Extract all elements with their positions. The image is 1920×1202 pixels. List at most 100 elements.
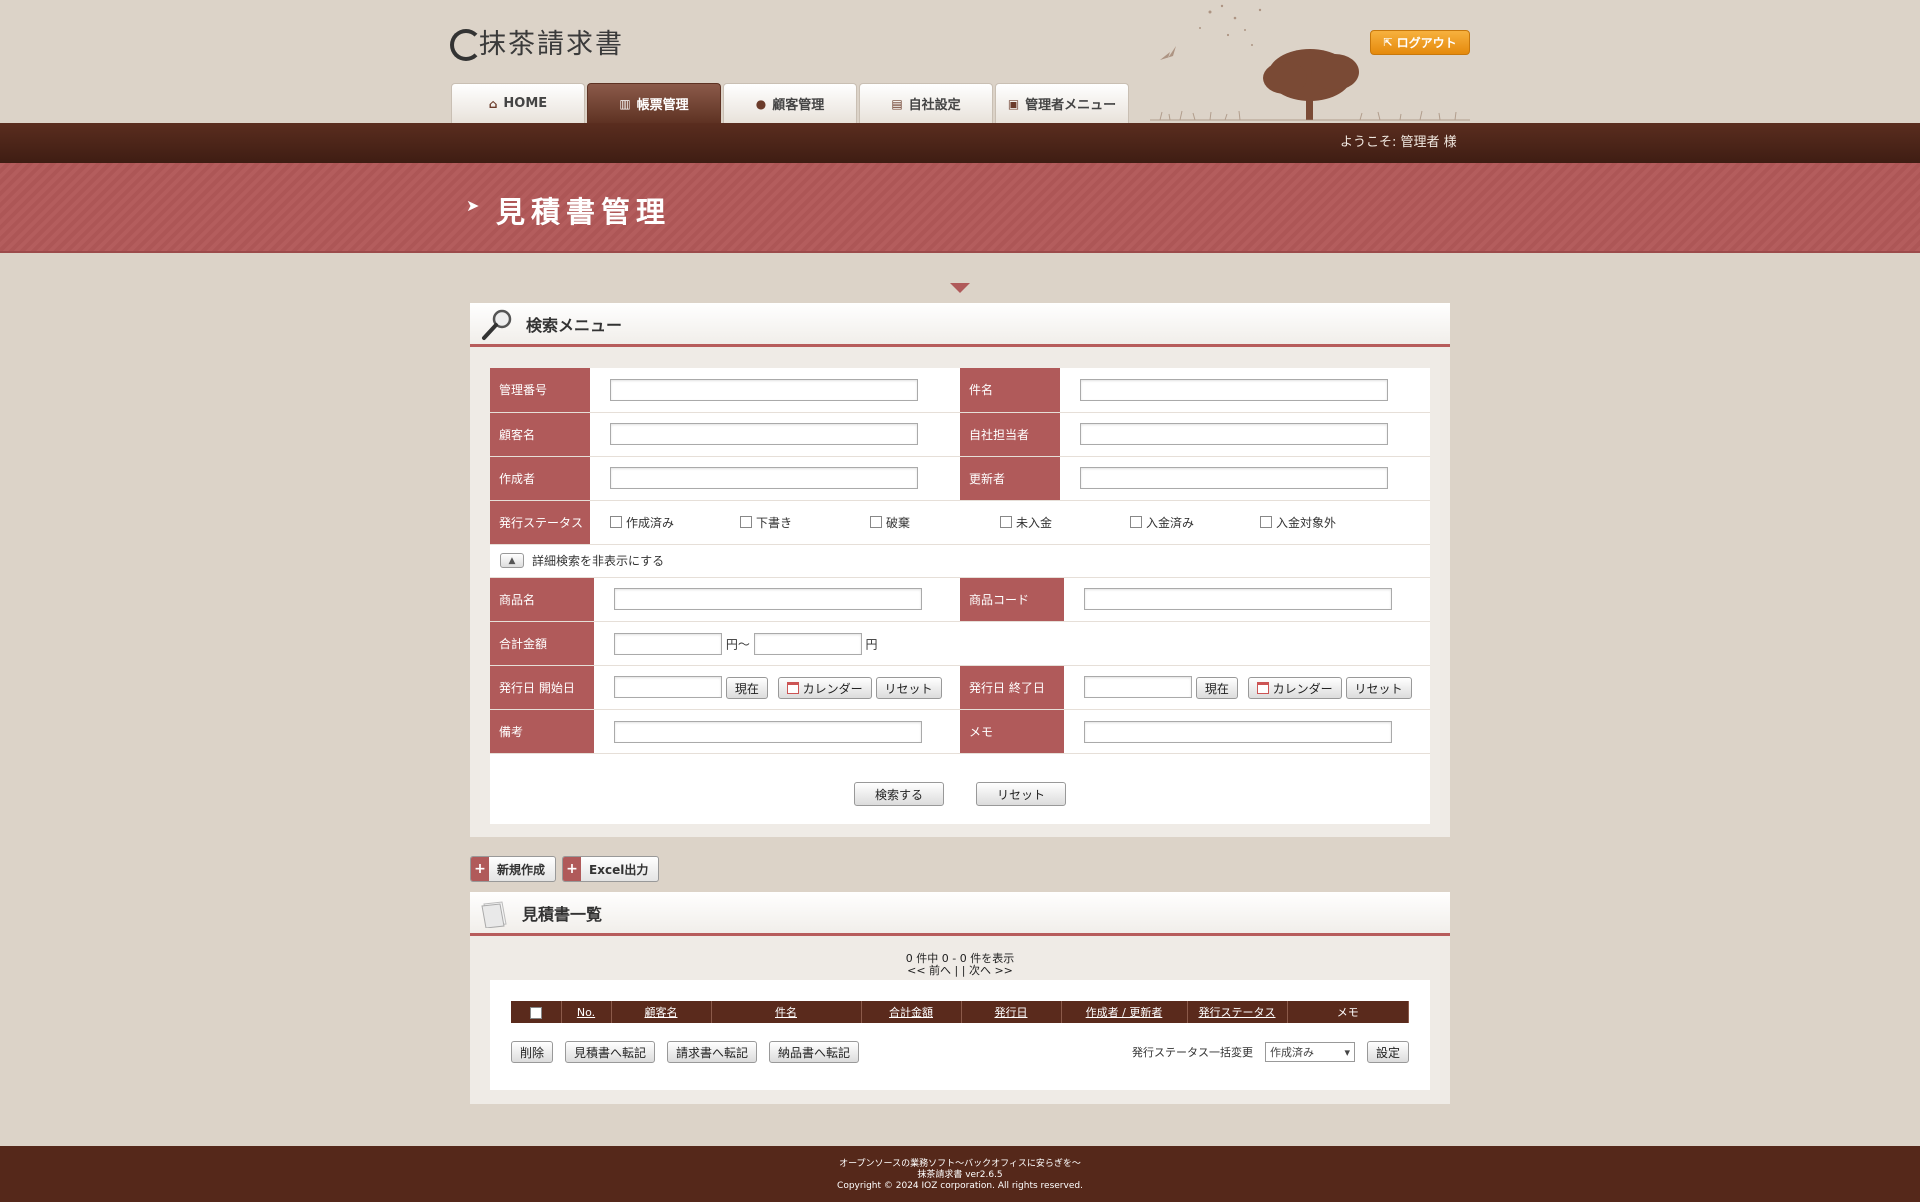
magnifier-icon xyxy=(482,309,512,340)
status-draft-checkbox[interactable]: 下書き xyxy=(740,514,870,531)
manage-no-input[interactable] xyxy=(610,378,918,401)
product-code-label: 商品コード xyxy=(960,577,1064,622)
bulk-status-set-button[interactable]: 設定 xyxy=(1366,1041,1409,1063)
updater-input[interactable] xyxy=(1080,467,1388,489)
new-button[interactable]: + 新規作成 xyxy=(470,856,557,882)
tab-document-management[interactable]: ▥ 帳票管理 xyxy=(587,83,721,123)
document-icon xyxy=(481,900,507,928)
status-paid-checkbox[interactable]: 入金済み xyxy=(1130,514,1260,531)
logo[interactable]: 抹茶請求書 xyxy=(449,22,624,61)
excel-export-button[interactable]: + Excel出力 xyxy=(562,856,660,882)
tab-customer-management[interactable]: ● 顧客管理 xyxy=(723,83,857,123)
tab-company-settings[interactable]: ▤ 自社設定 xyxy=(859,83,993,123)
title-band xyxy=(0,163,1920,253)
note-input[interactable] xyxy=(614,720,922,743)
note-label: 備考 xyxy=(490,709,594,754)
memo-input[interactable] xyxy=(1084,720,1392,743)
staff-label: 自社担当者 xyxy=(960,412,1060,457)
tab-label: HOME xyxy=(503,96,548,111)
status-excluded-checkbox[interactable]: 入金対象外 xyxy=(1260,514,1390,531)
note-cell xyxy=(594,709,960,754)
creator-input[interactable] xyxy=(610,467,918,489)
issue-start-calendar-button[interactable]: カレンダー xyxy=(777,677,872,699)
manage-no-label: 管理番号 xyxy=(490,368,590,413)
logout-button[interactable]: ⇱ ログアウト xyxy=(1370,30,1470,55)
bulk-status-select[interactable]: 作成済み ▾ xyxy=(1264,1042,1355,1062)
manage-no-cell xyxy=(590,368,960,413)
issue-end-calendar-button[interactable]: カレンダー xyxy=(1247,677,1342,699)
tab-home[interactable]: ⌂ HOME xyxy=(451,83,585,123)
list-container: No. 顧客名 件名 合計金額 発行日 作成者 / 更新者 発行ステータス メモ… xyxy=(490,980,1430,1090)
range-separator: 円～ xyxy=(725,637,750,651)
title-arrow-icon: ➤ xyxy=(466,196,480,215)
search-button[interactable]: 検索する xyxy=(854,782,944,806)
issue-end-reset-button[interactable]: リセット xyxy=(1345,677,1412,699)
issue-start-now-button[interactable]: 現在 xyxy=(725,677,768,699)
issue-end-input[interactable] xyxy=(1084,676,1192,698)
footer-version: 抹茶請求書 ver2.6.5 xyxy=(917,1170,1003,1180)
table-header-row: No. 顧客名 件名 合計金額 発行日 作成者 / 更新者 発行ステータス メモ xyxy=(511,1001,1409,1023)
issue-start-cell: 現在 カレンダー リセット xyxy=(594,665,960,710)
collapse-icon: ▲ xyxy=(500,553,524,568)
product-name-input[interactable] xyxy=(614,588,922,611)
external-link-icon: ⇱ xyxy=(1383,36,1393,49)
subject-label: 件名 xyxy=(960,368,1060,413)
tab-label: 自社設定 xyxy=(908,98,961,113)
col-issue-date[interactable]: 発行日 xyxy=(961,1001,1062,1023)
copy-to-estimate-button[interactable]: 見積書へ転記 xyxy=(565,1041,656,1063)
issue-end-now-button[interactable]: 現在 xyxy=(1195,677,1238,699)
detail-toggle[interactable]: ▲ 詳細検索を非表示にする xyxy=(490,545,1430,578)
status-discarded-checkbox[interactable]: 破棄 xyxy=(870,514,1000,531)
search-form: 管理番号 件名 顧客名 自社担当者 作成者 更新者 発行ステータス 作成済み 下… xyxy=(490,368,1430,824)
form-reset-button[interactable]: リセット xyxy=(976,782,1066,806)
form-row: 発行ステータス 作成済み 下書き 破棄 未入金 入金済み 入金対象外 xyxy=(490,500,1430,545)
product-name-cell xyxy=(594,577,960,622)
customer-input[interactable] xyxy=(610,423,918,445)
subject-cell xyxy=(1060,368,1430,413)
copy-to-delivery-button[interactable]: 納品書へ転記 xyxy=(769,1041,860,1063)
top-bar xyxy=(0,123,1920,163)
pager-nav[interactable]: << 前へ | | 次へ >> xyxy=(470,965,1450,977)
estimate-list-panel: 見積書一覧 0 件中 0 - 0 件を表示 << 前へ | | 次へ >> No… xyxy=(470,892,1450,1104)
main-nav-tabs: ⌂ HOME ▥ 帳票管理 ● 顧客管理 ▤ 自社設定 ▣ 管理者メニュー xyxy=(451,83,1131,123)
col-total[interactable]: 合計金額 xyxy=(861,1001,962,1023)
list-panel-title: 見積書一覧 xyxy=(522,904,603,924)
product-code-cell xyxy=(1064,577,1430,622)
copy-to-invoice-button[interactable]: 請求書へ転記 xyxy=(667,1041,758,1063)
form-row: 顧客名 自社担当者 xyxy=(490,412,1430,457)
total-min-input[interactable] xyxy=(614,632,722,655)
lock-icon: ▣ xyxy=(1007,96,1020,111)
col-no[interactable]: No. xyxy=(561,1001,612,1023)
issue-end-label: 発行日 終了日 xyxy=(960,665,1064,710)
plus-icon: + xyxy=(563,857,582,881)
footer: オープンソースの業務ソフト～バックオフィスに安らぎを～ 抹茶請求書 ver2.6… xyxy=(0,1146,1920,1202)
excel-label: Excel出力 xyxy=(589,862,649,877)
col-subject[interactable]: 件名 xyxy=(711,1001,862,1023)
staff-input[interactable] xyxy=(1080,423,1388,445)
product-name-label: 商品名 xyxy=(490,577,594,622)
status-created-checkbox[interactable]: 作成済み xyxy=(610,514,740,531)
delete-button[interactable]: 削除 xyxy=(511,1041,554,1063)
customer-label: 顧客名 xyxy=(490,412,590,457)
detail-toggle-label: 詳細検索を非表示にする xyxy=(532,554,665,568)
total-label: 合計金額 xyxy=(490,621,594,666)
status-unpaid-checkbox[interactable]: 未入金 xyxy=(1000,514,1130,531)
page-title: 見積書管理 xyxy=(496,195,672,229)
select-all-checkbox[interactable] xyxy=(529,1006,542,1019)
issue-start-reset-button[interactable]: リセット xyxy=(875,677,942,699)
tab-label: 顧客管理 xyxy=(772,98,825,113)
logo-text: 抹茶請求書 xyxy=(479,29,624,60)
form-row: 管理番号 件名 xyxy=(490,368,1430,413)
subject-input[interactable] xyxy=(1080,378,1388,401)
total-max-input[interactable] xyxy=(753,632,862,655)
search-form-basic: 管理番号 件名 顧客名 自社担当者 作成者 更新者 発行ステータス 作成済み 下… xyxy=(490,368,1430,545)
col-customer[interactable]: 顧客名 xyxy=(611,1001,712,1023)
col-creator-updater[interactable]: 作成者 / 更新者 xyxy=(1061,1001,1188,1023)
col-status[interactable]: 発行ステータス xyxy=(1187,1001,1288,1023)
staff-cell xyxy=(1060,412,1430,457)
issue-start-label: 発行日 開始日 xyxy=(490,665,594,710)
tab-admin-menu[interactable]: ▣ 管理者メニュー xyxy=(995,83,1129,123)
pager: 0 件中 0 - 0 件を表示 << 前へ | | 次へ >> xyxy=(470,953,1450,977)
issue-start-input[interactable] xyxy=(614,676,722,698)
product-code-input[interactable] xyxy=(1084,588,1392,611)
